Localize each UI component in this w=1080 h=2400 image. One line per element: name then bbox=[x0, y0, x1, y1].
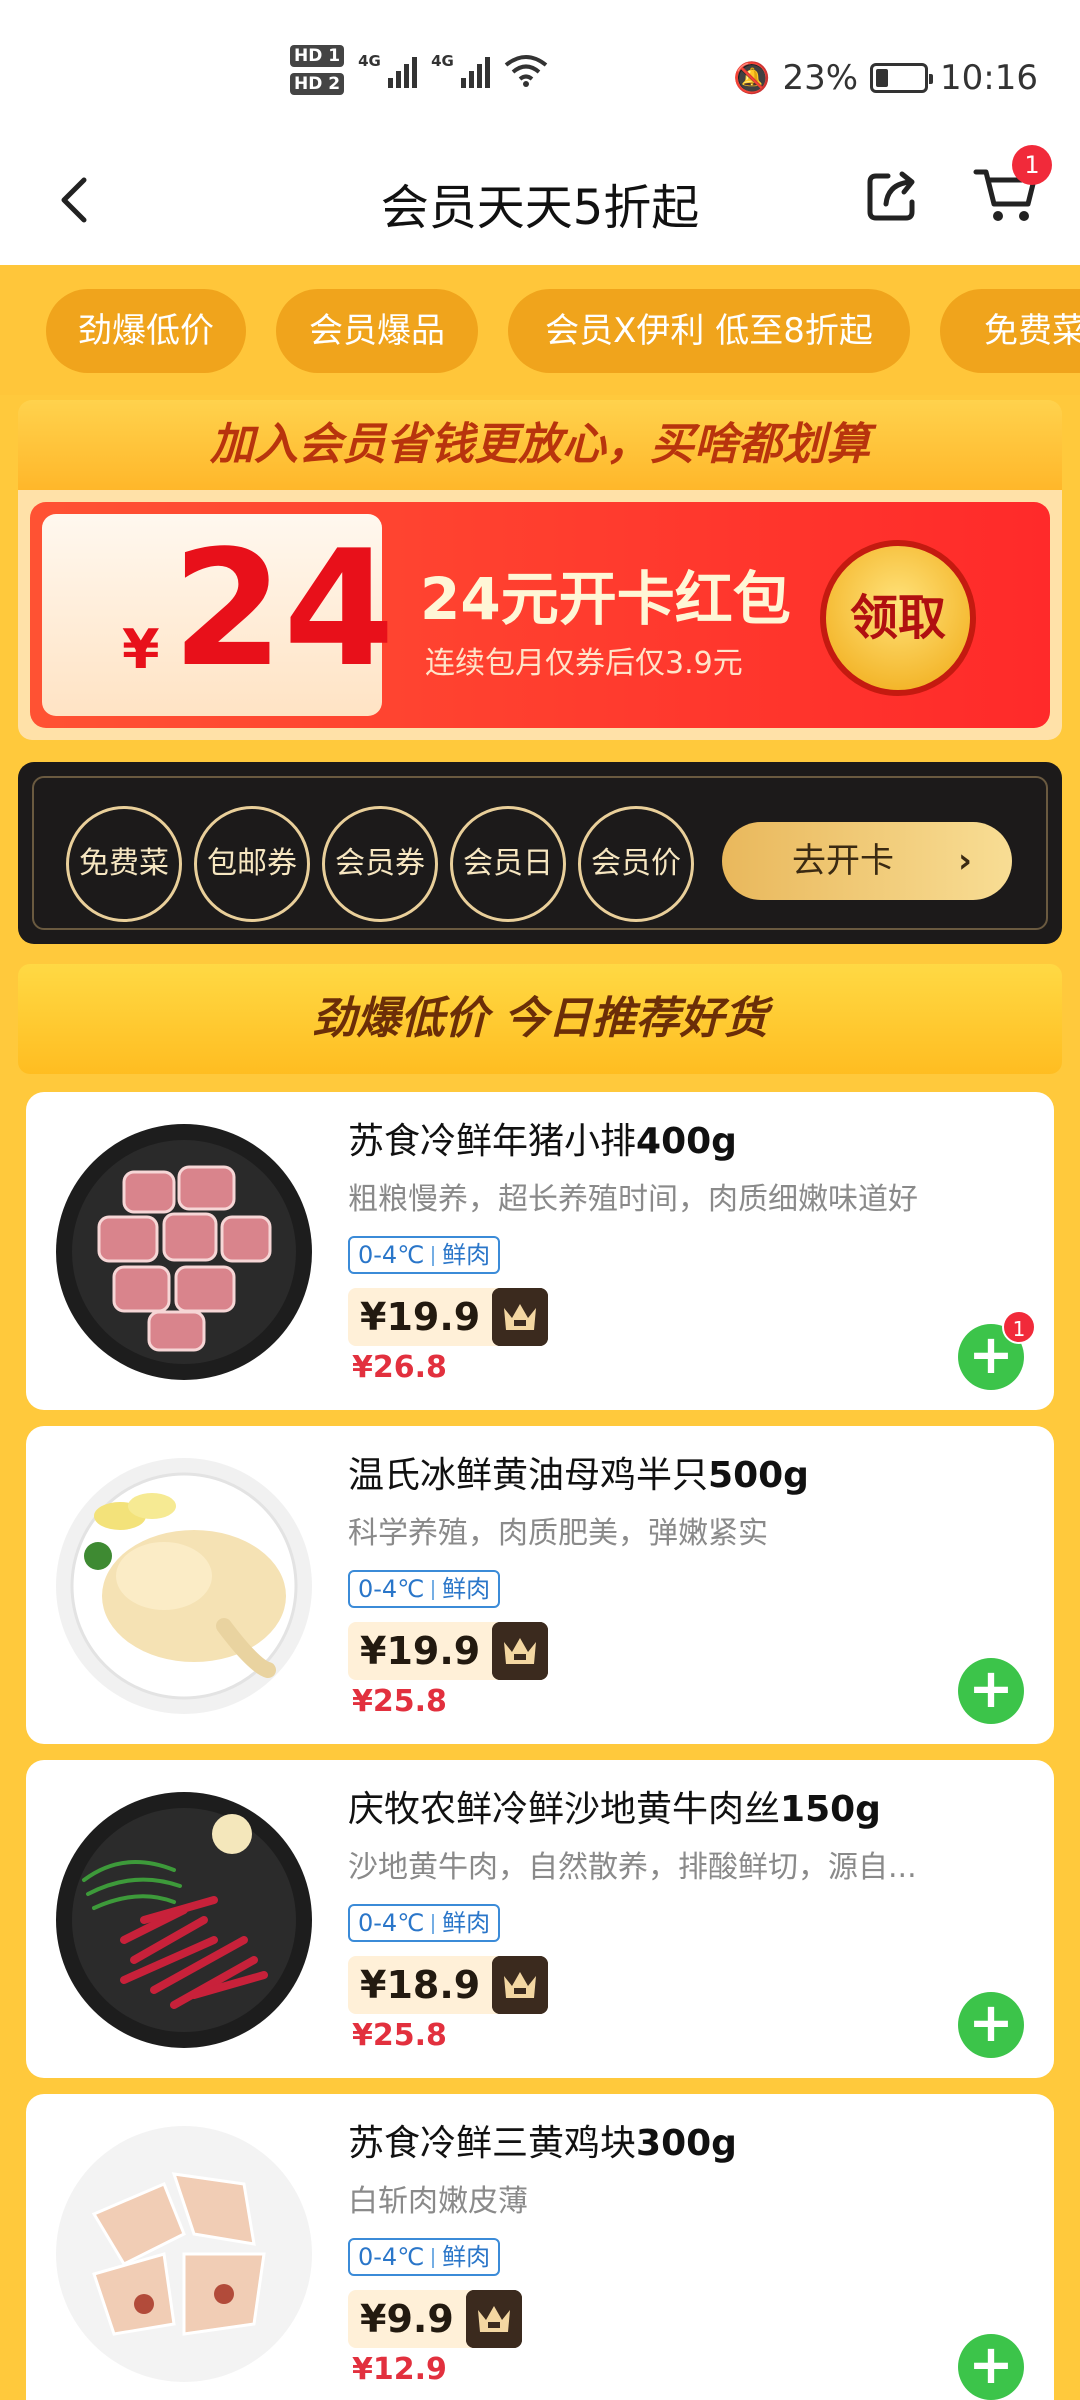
wifi-icon bbox=[504, 55, 548, 87]
tab-huiyuan-baopin[interactable]: 会员爆品 bbox=[276, 289, 478, 373]
product-desc: 科学养殖，肉质肥美，弹嫩紧实 bbox=[348, 1516, 768, 1551]
product-tag: 0-4℃ 鲜肉 bbox=[348, 2238, 501, 2276]
original-price: ¥26.8 bbox=[352, 1350, 447, 1385]
crown-icon bbox=[492, 1622, 549, 1680]
benefit-member-coupon: 会员券 bbox=[322, 806, 438, 922]
benefit-member-price: 会员价 bbox=[578, 806, 694, 922]
battery-icon bbox=[870, 63, 934, 93]
coupon-subtitle: 连续包月仅券后仅3.9元 bbox=[425, 646, 743, 681]
redpack-section: ¥ 24 24元开卡红包 连续包月仅券后仅3.9元 领取 bbox=[18, 490, 1062, 740]
product-name: 温氏冰鲜黄油母鸡半只500g bbox=[348, 1455, 809, 1496]
open-card-label: 去开卡 bbox=[792, 841, 894, 881]
crown-icon bbox=[492, 1288, 549, 1346]
member-headline: 加入会员省钱更放心，买啥都划算 bbox=[18, 400, 1062, 490]
product-tag: 0-4℃ 鲜肉 bbox=[348, 1236, 501, 1274]
bell-off-icon: 🔕 bbox=[733, 60, 771, 96]
product-card[interactable]: 苏食冷鲜年猪小排400g 粗粮慢养，超长养殖时间，肉质细嫩味道好 0-4℃ 鲜肉 … bbox=[26, 1092, 1054, 1410]
share-icon[interactable] bbox=[862, 164, 924, 226]
cart-count-badge: 1 bbox=[1012, 145, 1052, 185]
chevron-right-icon: › bbox=[958, 841, 973, 881]
product-image-chicken bbox=[56, 1458, 312, 1714]
product-image-chicken-pieces bbox=[56, 2126, 312, 2382]
product-desc: 粗粮慢养，超长养殖时间，肉质细嫩味道好 bbox=[348, 1182, 918, 1217]
add-to-cart-button[interactable]: + bbox=[958, 1658, 1024, 1724]
open-card-button[interactable]: 去开卡 › bbox=[722, 822, 1012, 900]
product-card[interactable]: 苏食冷鲜三黄鸡块300g 白斩肉嫩皮薄 0-4℃ 鲜肉 ¥9.9 ¥12.9 + bbox=[26, 2094, 1054, 2400]
product-name: 苏食冷鲜年猪小排400g bbox=[348, 1121, 737, 1162]
recommend-banner: 劲爆低价 今日推荐好货 bbox=[18, 964, 1062, 1074]
original-price: ¥12.9 bbox=[352, 2352, 447, 2387]
category-tabs: 劲爆低价 会员爆品 会员X伊利 低至8折起 免费菜 bbox=[0, 265, 1080, 395]
price-value: ¥9.9 bbox=[360, 2297, 454, 2341]
hd2-icon: HD 2 bbox=[290, 73, 345, 95]
tab-jinbao-dijia[interactable]: 劲爆低价 bbox=[46, 289, 246, 373]
coupon-currency: ¥ bbox=[122, 618, 160, 681]
product-image-beef-strips bbox=[56, 1792, 312, 2048]
price-value: ¥18.9 bbox=[360, 1963, 481, 2007]
member-price: ¥19.9 bbox=[348, 1288, 549, 1346]
product-tag: 0-4℃ 鲜肉 bbox=[348, 1570, 501, 1608]
coupon-ticket: ¥ 24 bbox=[42, 514, 395, 716]
claim-button[interactable]: 领取 bbox=[820, 540, 976, 696]
product-image-pork-ribs bbox=[56, 1124, 312, 1380]
hd1-icon: HD 1 bbox=[290, 45, 345, 67]
original-price: ¥25.8 bbox=[352, 1684, 447, 1719]
signal-1-icon: 4G bbox=[358, 52, 418, 88]
add-to-cart-button[interactable]: + bbox=[958, 1992, 1024, 2058]
add-to-cart-button[interactable]: + bbox=[958, 2334, 1024, 2400]
product-desc: 沙地黄牛肉，自然散养，排酸鲜切，源自... bbox=[348, 1850, 917, 1885]
status-bar: HD 1 HD 2 4G 4G 🔕 23% 10:16 bbox=[0, 0, 1080, 140]
redpack-card[interactable]: ¥ 24 24元开卡红包 连续包月仅券后仅3.9元 领取 bbox=[30, 502, 1050, 728]
tab-free-veg[interactable]: 免费菜 bbox=[940, 289, 1080, 373]
battery-percent: 23% bbox=[782, 58, 859, 98]
crown-icon bbox=[492, 1956, 549, 2014]
benefit-member-day: 会员日 bbox=[450, 806, 566, 922]
coupon-title: 24元开卡红包 bbox=[420, 565, 791, 633]
product-name: 苏食冷鲜三黄鸡块300g bbox=[348, 2123, 737, 2164]
signal-2-icon: 4G bbox=[431, 52, 491, 88]
member-price: ¥18.9 bbox=[348, 1956, 549, 2014]
benefit-free-veg: 免费菜 bbox=[66, 806, 182, 922]
original-price: ¥25.8 bbox=[352, 2018, 447, 2053]
crown-icon bbox=[465, 2290, 522, 2348]
member-price: ¥9.9 bbox=[348, 2290, 522, 2348]
clock: 10:16 bbox=[940, 58, 1038, 98]
member-benefits-bar: 免费菜 包邮券 会员券 会员日 会员价 去开卡 › bbox=[18, 762, 1062, 944]
network-2-label: 4G bbox=[431, 52, 454, 70]
product-card[interactable]: 庆牧农鲜冷鲜沙地黄牛肉丝150g 沙地黄牛肉，自然散养，排酸鲜切，源自... 0… bbox=[26, 1760, 1054, 2078]
tab-yili[interactable]: 会员X伊利 低至8折起 bbox=[508, 289, 910, 373]
status-left: HD 1 HD 2 4G 4G bbox=[290, 45, 548, 95]
price-value: ¥19.9 bbox=[360, 1629, 481, 1673]
product-card[interactable]: 温氏冰鲜黄油母鸡半只500g 科学养殖，肉质肥美，弹嫩紧实 0-4℃ 鲜肉 ¥19… bbox=[26, 1426, 1054, 1744]
network-1-label: 4G bbox=[358, 52, 381, 70]
product-name: 庆牧农鲜冷鲜沙地黄牛肉丝150g bbox=[348, 1789, 881, 1830]
hd-indicators: HD 1 HD 2 bbox=[290, 45, 345, 95]
top-nav: 会员天天5折起 bbox=[0, 140, 1080, 265]
coupon-amount: 24 bbox=[172, 515, 395, 702]
benefit-free-shipping: 包邮券 bbox=[194, 806, 310, 922]
price-value: ¥19.9 bbox=[360, 1295, 481, 1339]
product-tag: 0-4℃ 鲜肉 bbox=[348, 1904, 501, 1942]
in-cart-badge: 1 bbox=[1002, 1310, 1036, 1344]
product-desc: 白斩肉嫩皮薄 bbox=[348, 2184, 528, 2219]
status-right: 🔕 23% 10:16 bbox=[733, 58, 1038, 98]
member-price: ¥19.9 bbox=[348, 1622, 549, 1680]
